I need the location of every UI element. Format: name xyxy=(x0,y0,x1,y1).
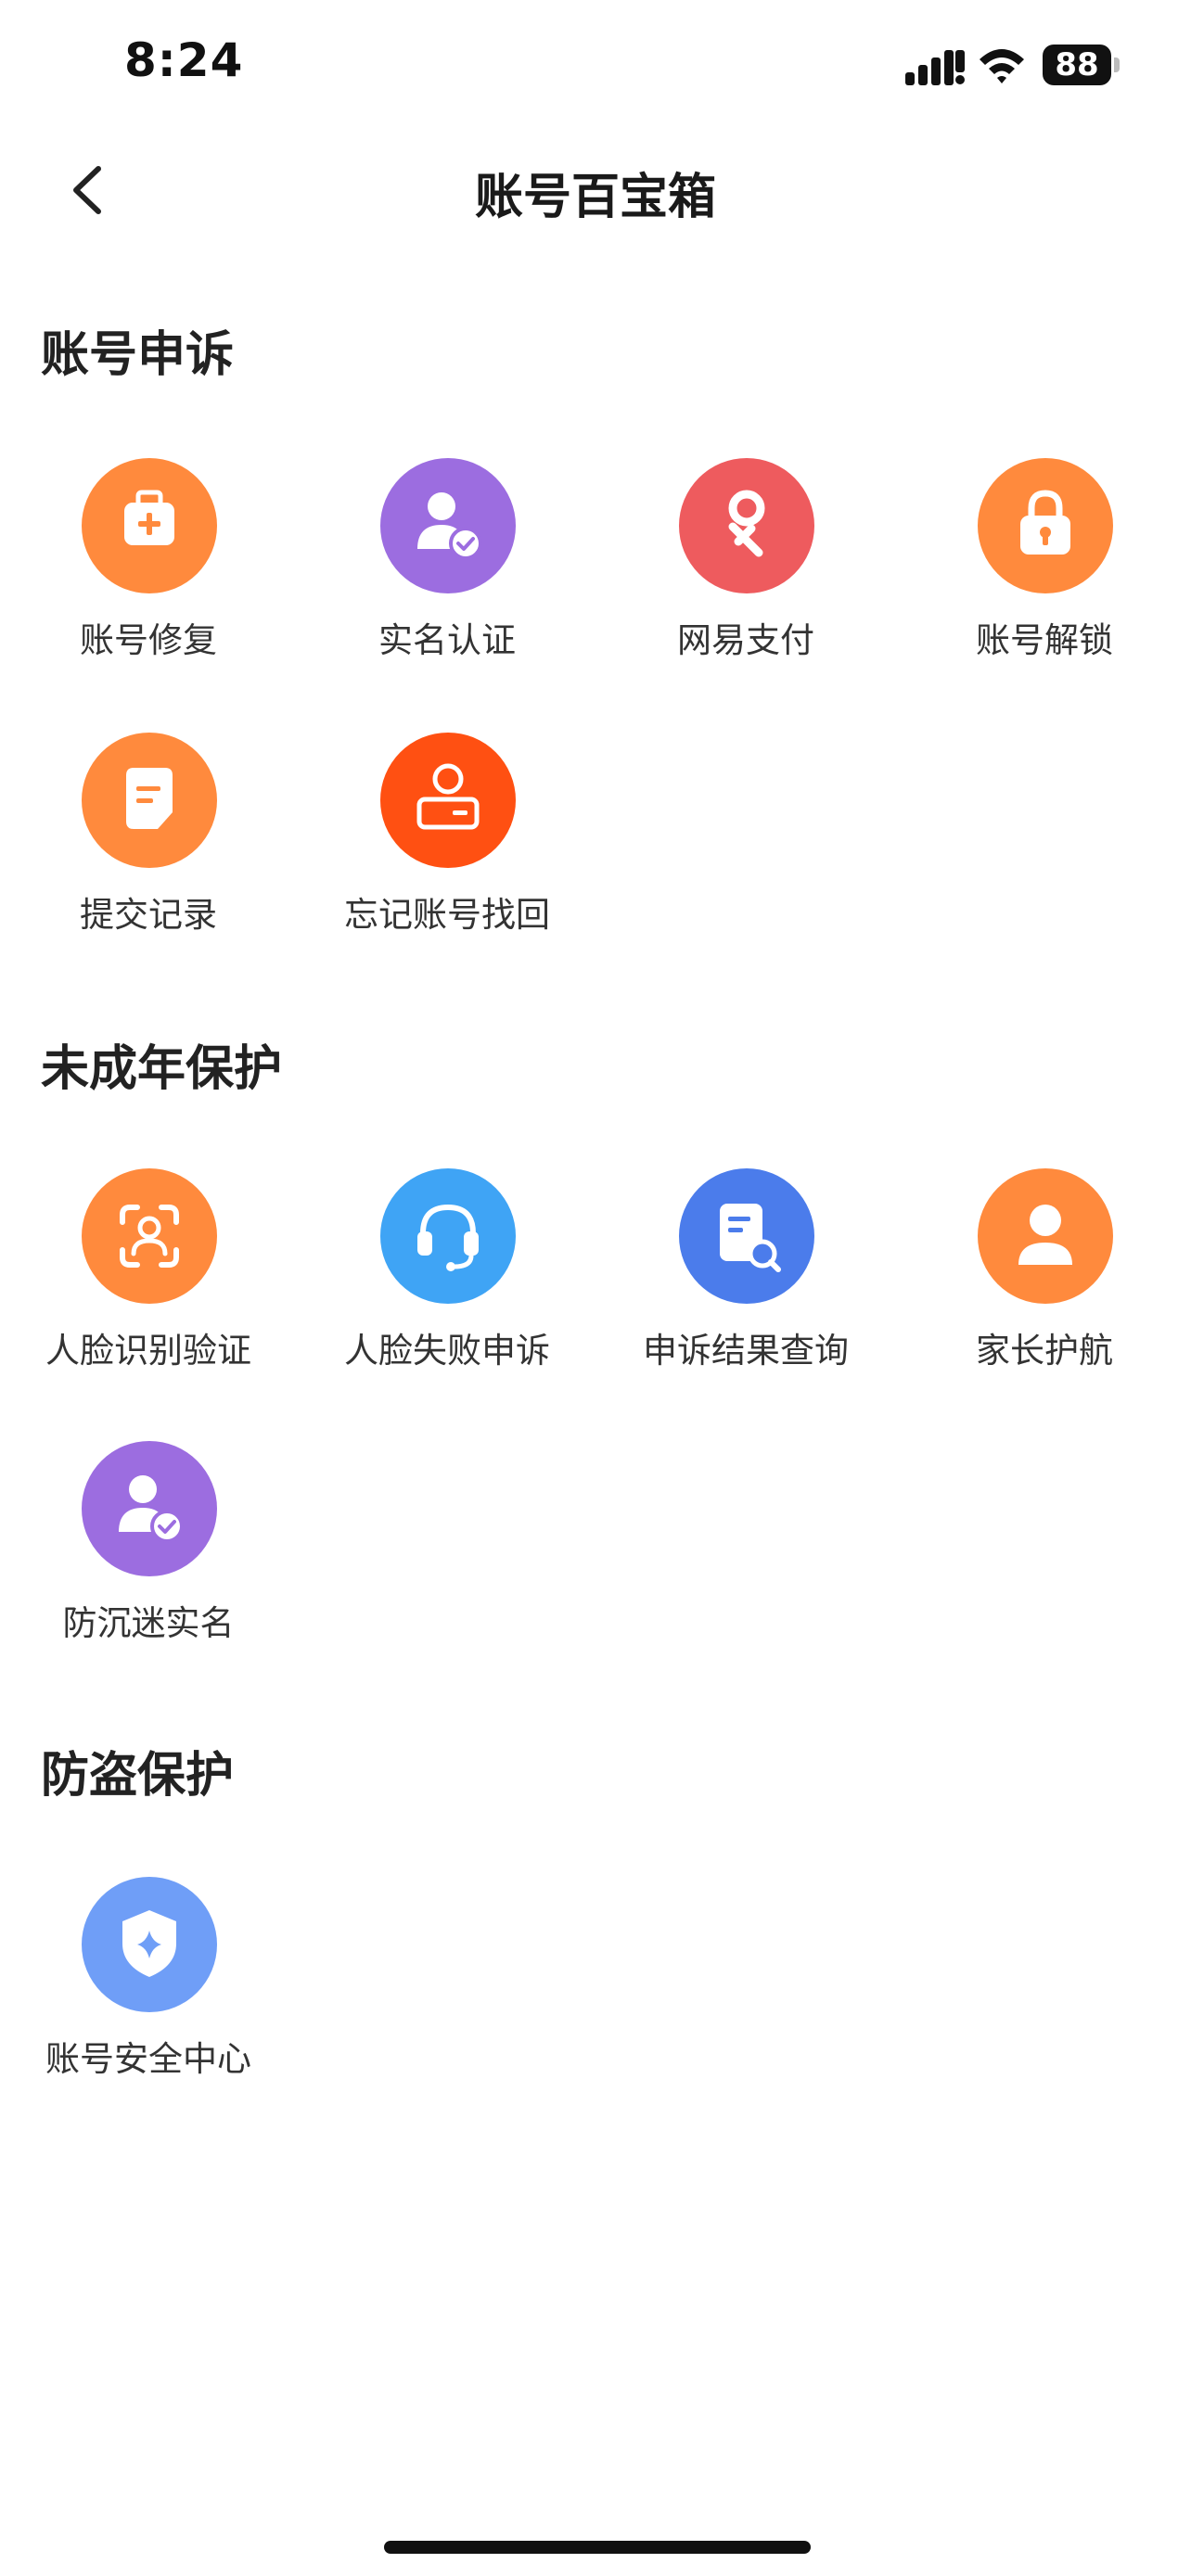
battery-indicator: 88 xyxy=(1043,45,1121,85)
tile-label: 忘记账号找回 xyxy=(344,895,550,935)
tile-label: 账号修复 xyxy=(80,620,217,660)
face-scan-icon xyxy=(82,1168,217,1304)
medical-kit-icon xyxy=(82,458,217,593)
headset-icon xyxy=(380,1168,516,1304)
user-card-icon xyxy=(380,733,516,868)
parent-user-icon xyxy=(978,1168,1113,1304)
wifi-icon xyxy=(980,49,1024,83)
tile-label: 账号解锁 xyxy=(976,620,1113,660)
tile-face-failure-appeal[interactable]: 人脸失败申诉 xyxy=(299,1168,596,1400)
tile-label: 申诉结果查询 xyxy=(643,1331,849,1371)
tile-anti-addiction-real-name[interactable]: 防沉迷实名 xyxy=(0,1441,297,1673)
user-verified-icon xyxy=(82,1441,217,1576)
tile-label: 网易支付 xyxy=(677,620,814,660)
tile-label: 防沉迷实名 xyxy=(62,1603,235,1643)
tile-parental-guardian[interactable]: 家长护航 xyxy=(896,1168,1191,1400)
tile-forgot-account-recovery[interactable]: 忘记账号找回 xyxy=(299,733,596,964)
tile-account-unlock[interactable]: 账号解锁 xyxy=(896,458,1191,690)
document-search-icon xyxy=(679,1168,814,1304)
tile-face-recognition[interactable]: 人脸识别验证 xyxy=(0,1168,297,1400)
netease-pay-icon xyxy=(679,458,814,593)
battery-level: 88 xyxy=(1043,45,1111,85)
section-title-anti-theft-protection: 防盗保护 xyxy=(41,1748,235,1804)
tile-real-name-verification[interactable]: 实名认证 xyxy=(299,458,596,690)
tile-label: 提交记录 xyxy=(80,895,217,935)
page-title: 账号百宝箱 xyxy=(474,170,716,225)
tile-account-security-center[interactable]: 账号安全中心 xyxy=(0,1877,297,2109)
tile-label: 实名认证 xyxy=(378,620,516,660)
user-verified-icon xyxy=(380,458,516,593)
shield-icon xyxy=(82,1877,217,2012)
lock-icon xyxy=(978,458,1113,593)
status-time: 8:24 xyxy=(124,33,244,87)
section-title-account-appeal: 账号申诉 xyxy=(41,327,235,383)
home-indicator[interactable] xyxy=(384,2541,811,2554)
tile-label: 账号安全中心 xyxy=(45,2039,251,2079)
tile-label: 家长护航 xyxy=(976,1331,1113,1371)
document-icon xyxy=(82,733,217,868)
tile-account-repair[interactable]: 账号修复 xyxy=(0,458,297,690)
tile-submission-records[interactable]: 提交记录 xyxy=(0,733,297,964)
navigation-bar: 账号百宝箱 xyxy=(0,130,1191,250)
cellular-signal-icon xyxy=(905,50,965,85)
tile-label: 人脸失败申诉 xyxy=(344,1331,550,1371)
tile-label: 人脸识别验证 xyxy=(45,1331,251,1371)
tile-appeal-result-query[interactable]: 申诉结果查询 xyxy=(597,1168,894,1400)
tile-netease-pay[interactable]: 网易支付 xyxy=(597,458,894,690)
battery-tip xyxy=(1114,57,1120,72)
section-title-minor-protection: 未成年保护 xyxy=(41,1041,283,1097)
status-bar: 8:24 88 xyxy=(0,0,1191,130)
